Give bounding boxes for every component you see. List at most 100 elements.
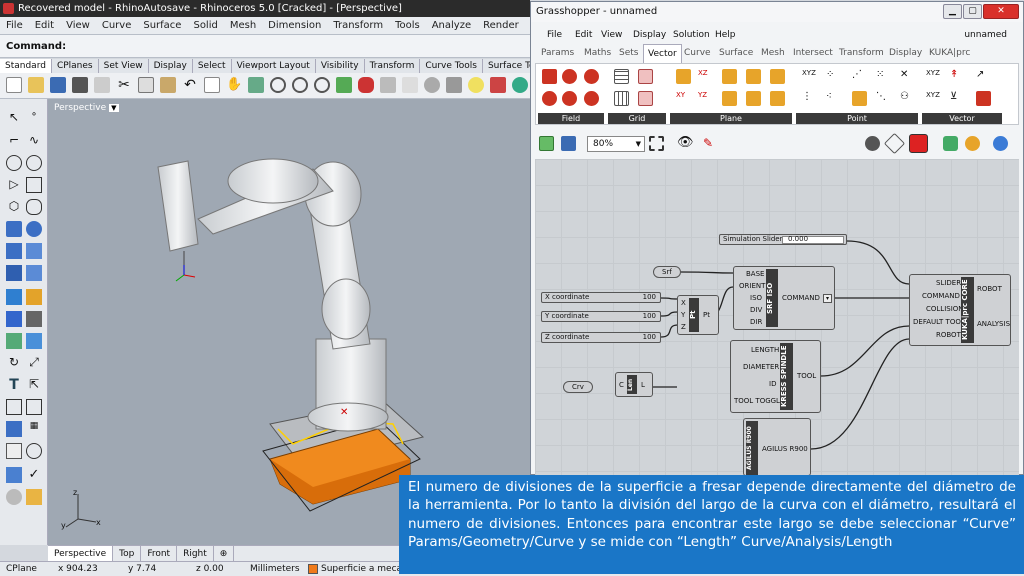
viewport-dropdown-icon[interactable]: ▼	[109, 104, 119, 112]
fillet-icon[interactable]	[26, 289, 42, 305]
arc-icon[interactable]	[26, 155, 42, 171]
mesh-icon[interactable]	[446, 77, 462, 93]
grid-icon[interactable]	[380, 77, 396, 93]
menu-item-surface[interactable]: Surface	[143, 17, 181, 34]
grid-rect-icon[interactable]	[614, 91, 629, 106]
x-coordinate-slider[interactable]: X coordinate 100	[541, 292, 661, 303]
plane-origin-icon[interactable]	[722, 69, 737, 84]
gh-tab-vector[interactable]: Vector	[643, 44, 682, 63]
gh-tab-display[interactable]: Display	[889, 44, 922, 62]
maximize-icon[interactable]: ▢	[963, 4, 982, 19]
menu-item-file[interactable]: File	[6, 17, 23, 34]
preview-color-icon[interactable]	[965, 136, 980, 151]
split-icon[interactable]	[6, 311, 22, 327]
toolbar-tab-viewport-layout[interactable]: Viewport Layout	[232, 59, 316, 73]
gh-menu-solution[interactable]: Solution	[673, 26, 710, 44]
field-merge-icon[interactable]	[542, 91, 557, 106]
menu-item-analyze[interactable]: Analyze	[432, 17, 471, 34]
gh-tab-mesh[interactable]: Mesh	[761, 44, 785, 62]
pan-icon[interactable]	[204, 77, 220, 93]
new-file-icon[interactable]	[6, 77, 22, 93]
gh-tab-curve[interactable]: Curve	[684, 44, 711, 62]
plane-normal-icon[interactable]	[746, 69, 761, 84]
trim-icon[interactable]	[26, 311, 42, 327]
vector-rotate-icon[interactable]	[976, 91, 991, 106]
vector-amplitude-icon[interactable]: ↟	[950, 69, 965, 84]
surface-icon[interactable]	[6, 221, 22, 237]
texture-icon[interactable]	[26, 489, 42, 505]
text-icon[interactable]: T	[6, 377, 22, 393]
menu-item-solid[interactable]: Solid	[193, 17, 217, 34]
ellipse-icon[interactable]	[26, 199, 42, 215]
viewport-tab-front[interactable]: Front	[141, 546, 178, 561]
field-display-icon[interactable]	[584, 91, 599, 106]
preview-wire-icon[interactable]	[943, 136, 958, 151]
y-coordinate-slider[interactable]: Y coordinate 100	[541, 311, 661, 322]
menu-item-mesh[interactable]: Mesh	[230, 17, 256, 34]
close-icon[interactable]: ✕	[983, 4, 1019, 19]
gh-menu-file[interactable]: File	[547, 26, 562, 44]
point-cull-icon[interactable]: ⋮	[802, 91, 817, 106]
field-point-icon[interactable]	[562, 69, 577, 84]
array-icon[interactable]	[26, 399, 42, 415]
undo-icon[interactable]: ↶	[182, 77, 198, 93]
extrude-icon[interactable]	[26, 243, 42, 259]
rectangle-icon[interactable]	[26, 177, 42, 193]
gh-tab-kuka-prc[interactable]: KUKA|prc	[929, 44, 970, 62]
srf-param[interactable]: Srf	[653, 266, 681, 278]
select-arrow-icon[interactable]: ↖	[6, 109, 22, 125]
toolbar-tab-set-view[interactable]: Set View	[99, 59, 149, 73]
boolean-icon[interactable]	[6, 289, 22, 305]
analyze-icon[interactable]	[6, 467, 22, 483]
gh-canvas[interactable]: Simulation Slider 0.000 Srf X coordinate…	[535, 159, 1019, 475]
light-icon[interactable]	[6, 443, 22, 459]
zoom-window-icon[interactable]	[292, 77, 308, 93]
toolbar-tab-visibility[interactable]: Visibility	[316, 59, 365, 73]
preview-mesh-icon[interactable]	[883, 132, 906, 155]
gh-menu-view[interactable]: View	[601, 26, 622, 44]
point-cloud-icon[interactable]: ⁘	[826, 69, 841, 84]
paste-icon[interactable]	[160, 77, 176, 93]
toolbar-tab-standard[interactable]: Standard	[0, 59, 52, 73]
status-cplane[interactable]: CPlane	[6, 562, 37, 576]
toolbar-tab-select[interactable]: Select	[193, 59, 232, 73]
circle-tool-icon[interactable]	[26, 443, 42, 459]
toolbar-tab-transform[interactable]: Transform	[365, 59, 421, 73]
vector-angle-icon[interactable]: ⊻	[950, 91, 965, 106]
toolbar-tab-display[interactable]: Display	[149, 59, 193, 73]
agilus-r900-component[interactable]: AGILUS R900 AGILUS R900	[743, 418, 811, 475]
gh-tab-intersect[interactable]: Intersect	[793, 44, 833, 62]
plane-xy-icon[interactable]: XY	[676, 91, 691, 106]
layer-icon[interactable]: ▦	[26, 421, 42, 437]
point-closest-icon[interactable]: ⋱	[876, 91, 891, 106]
status-layer[interactable]: Superficie a mecan	[321, 562, 408, 576]
menu-item-dimension[interactable]: Dimension	[268, 17, 321, 34]
block-icon[interactable]	[6, 399, 22, 415]
cut-icon[interactable]: ✂	[116, 77, 132, 93]
minimize-icon[interactable]: ▁	[943, 4, 962, 19]
menu-item-edit[interactable]: Edit	[35, 17, 54, 34]
menu-item-transform[interactable]: Transform	[333, 17, 383, 34]
zoom-extents-icon[interactable]	[314, 77, 330, 93]
len-component[interactable]: C Len L	[615, 372, 653, 397]
srf-iso-component[interactable]: BASE ORIENT ISO DIV DIR SRF ISO COMMAND …	[733, 266, 835, 330]
pt-component[interactable]: X Y Z Pt Pt	[677, 295, 719, 335]
preview-shaded-icon[interactable]	[909, 134, 928, 153]
vector-deconstruct-icon[interactable]: XYZ	[926, 91, 941, 106]
menu-item-render[interactable]: Render	[483, 17, 519, 34]
field-spin-icon[interactable]	[584, 69, 599, 84]
globe-icon[interactable]	[993, 136, 1008, 151]
grid-hex-icon[interactable]	[638, 69, 653, 84]
import-icon[interactable]	[94, 77, 110, 93]
command-line[interactable]: Command:	[0, 34, 530, 58]
zoom-dropdown[interactable]: 80% ▼	[587, 136, 645, 152]
rotate-icon[interactable]: ↻	[6, 355, 22, 371]
move-icon[interactable]: ⤢	[26, 355, 42, 371]
vector-2pt-icon[interactable]: ↗	[976, 69, 991, 84]
add-viewport-tab-icon[interactable]: ⊕	[214, 546, 235, 561]
help-icon[interactable]	[512, 77, 528, 93]
gh-tab-params[interactable]: Params	[541, 44, 574, 62]
solid-icon[interactable]	[6, 265, 22, 281]
gh-tab-maths[interactable]: Maths	[584, 44, 611, 62]
save-file-icon[interactable]	[561, 136, 576, 151]
